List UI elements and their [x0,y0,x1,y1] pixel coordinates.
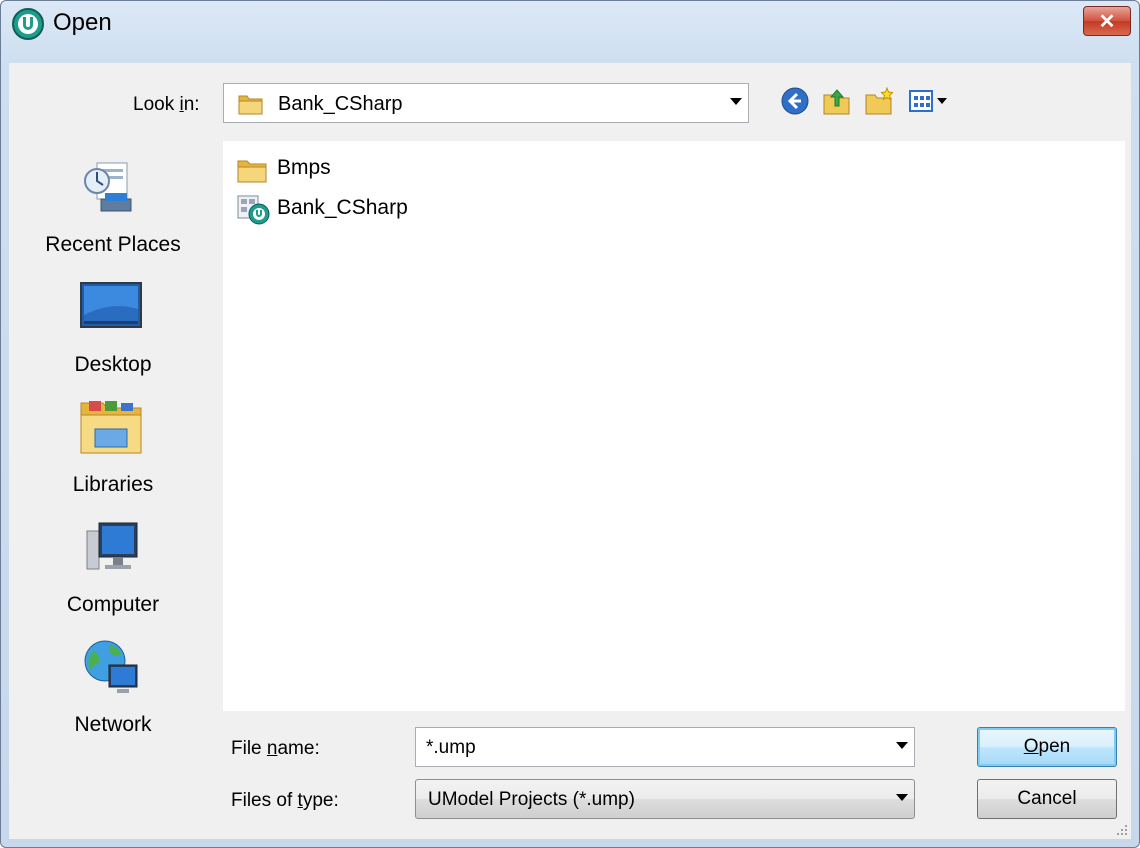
place-recent-places[interactable]: Recent Places [9,155,217,265]
computer-icon [86,522,138,570]
umodel-app-icon [12,8,44,40]
place-label: Computer [66,593,160,616]
chevron-down-icon[interactable] [896,742,908,749]
place-libraries[interactable]: Libraries [9,395,217,505]
dialog-client-area: Look in: Bank_CSharp Recent Places Deskt… [9,63,1131,839]
libraries-icon [80,401,142,454]
view-menu-icon[interactable] [907,85,951,117]
files-of-type-dropdown[interactable]: UModel Projects (*.ump) [415,779,915,819]
file-name-value: *.ump [426,737,476,758]
folder-icon [237,160,267,183]
resize-grip-icon[interactable] [1115,823,1129,837]
file-name: Bmps [277,156,331,179]
up-folder-icon[interactable] [821,85,853,117]
place-desktop[interactable]: Desktop [9,275,217,385]
title-bar[interactable]: Open ✕ [1,1,1139,63]
file-name-label: File name: [231,738,320,759]
files-of-type-label: Files of type: [231,790,339,811]
recent-places-icon [84,162,132,212]
place-label: Libraries [72,473,154,496]
umodel-project-icon [237,195,270,225]
look-in-label: Look in: [133,94,200,115]
file-list[interactable]: Bmps Bank_CSharp [223,141,1125,711]
desktop-icon [80,282,142,328]
files-of-type-value: UModel Projects (*.ump) [428,789,635,810]
place-label: Desktop [74,353,152,376]
close-icon: ✕ [1098,11,1116,33]
chevron-down-icon[interactable] [730,98,742,105]
place-label: Network [74,713,152,736]
cancel-button[interactable]: Cancel [977,779,1117,819]
places-bar: Recent Places Desktop Libraries Computer… [9,141,217,831]
open-button[interactable]: Open [977,727,1117,767]
close-button[interactable]: ✕ [1083,6,1131,36]
folder-icon [238,95,263,115]
open-dialog: Open ✕ Look in: Bank_CSharp Recent Place… [0,0,1140,848]
file-name: Bank_CSharp [277,196,408,219]
look-in-dropdown[interactable]: Bank_CSharp [223,83,749,123]
look-in-value: Bank_CSharp [278,93,403,115]
new-folder-icon[interactable] [863,85,895,117]
file-name-input[interactable]: *.ump [415,727,915,767]
network-icon [84,640,138,693]
window-title: Open [53,9,112,36]
place-network[interactable]: Network [9,635,217,745]
place-computer[interactable]: Computer [9,515,217,625]
chevron-down-icon[interactable] [896,794,908,801]
back-icon[interactable] [779,85,811,117]
place-label: Recent Places [45,233,181,256]
